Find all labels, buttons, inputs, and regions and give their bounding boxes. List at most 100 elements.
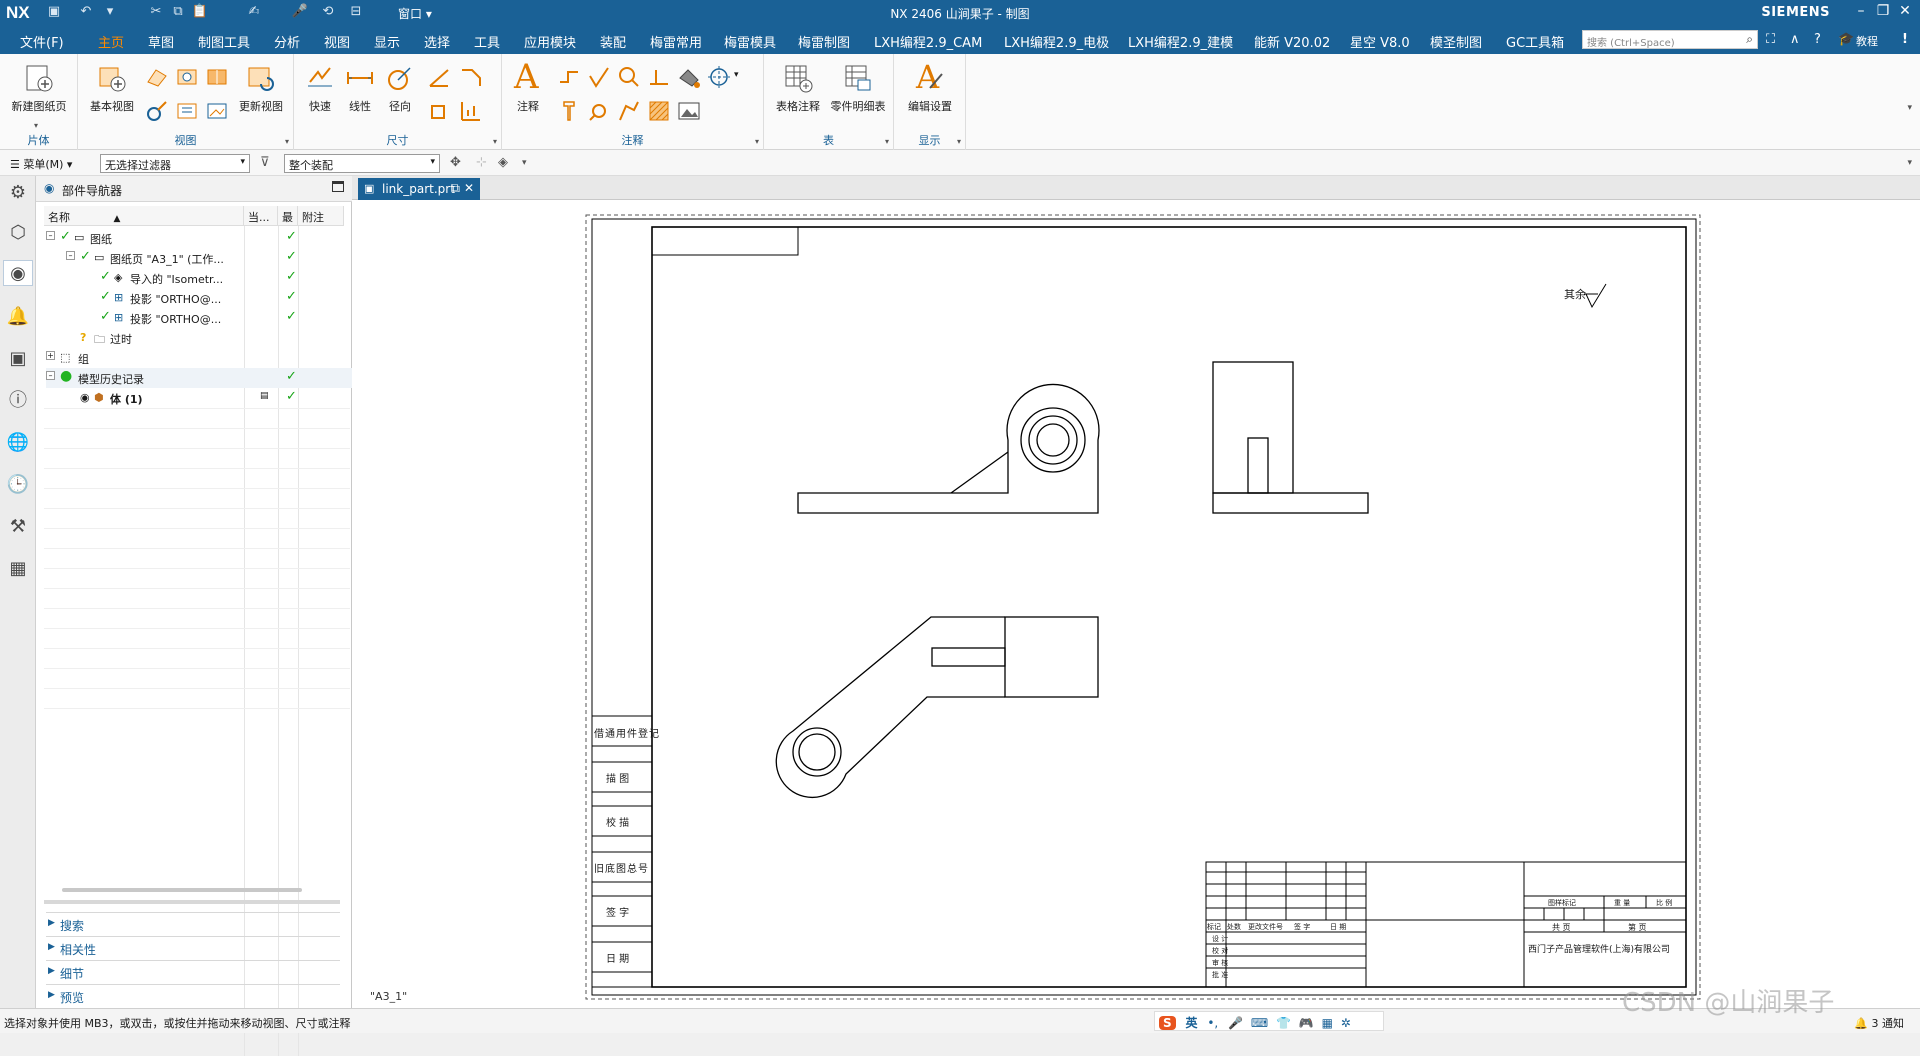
filter-reset-icon[interactable]: ⊽ [260, 155, 270, 170]
new-sheet-dropdown-icon[interactable]: ▾ [34, 121, 73, 130]
base-view-button[interactable]: 基本视图 [86, 62, 138, 114]
drawing-sheet[interactable] [352, 200, 1920, 1008]
note-button[interactable]: A 注释 [508, 58, 548, 114]
type-filter-dropdown[interactable]: 无选择过滤器 ▾ [100, 154, 250, 173]
tab-display[interactable]: 显示 [374, 32, 400, 51]
tree-row-projected-view[interactable]: ✓ ⊞ 投影 "ORTHO@... ✓ [46, 308, 386, 328]
projected-view-icon[interactable] [144, 64, 170, 90]
chamfer-dimension-icon[interactable] [458, 64, 484, 90]
sogou-logo-icon[interactable]: S [1159, 1016, 1176, 1030]
part-navigator-icon[interactable]: ◉ [3, 260, 33, 286]
tab-applications[interactable]: 应用模块 [524, 32, 576, 51]
tree-row-imported-view[interactable]: ✓ ◈ 导入的 "Isometr... ✓ [46, 268, 386, 288]
target-point-icon[interactable] [616, 98, 642, 124]
section-details[interactable]: ▶ 细节 [46, 960, 340, 982]
help-icon[interactable]: ? [1814, 32, 1821, 47]
tab-view[interactable]: 视图 [324, 32, 350, 51]
image-icon[interactable] [676, 98, 702, 124]
column-notes[interactable]: 附注 [298, 206, 344, 226]
file-menu[interactable]: 文件(F) [20, 32, 64, 51]
linear-dimension-button[interactable]: 线性 [342, 62, 378, 114]
tab-drafting-tools[interactable]: 制图工具 [198, 32, 250, 51]
column-name[interactable]: 名称 ▲ [44, 206, 244, 226]
crosshatch-icon[interactable] [646, 98, 672, 124]
centerline-dropdown-icon[interactable]: ▾ [734, 70, 739, 80]
view-group-dropdown-icon[interactable]: ▾ [285, 137, 289, 146]
tabular-note-button[interactable]: 表格注释 [770, 62, 826, 114]
ribbon-collapse-icon[interactable]: ∧ [1790, 32, 1800, 47]
tab-home[interactable]: 主页 [98, 32, 125, 56]
restore-icon[interactable]: ❐ [1872, 3, 1894, 23]
keyboard-icon[interactable]: ⌨ [1251, 1016, 1268, 1030]
tab-sketch[interactable]: 草图 [148, 32, 174, 51]
rapid-dimension-button[interactable]: 快速 [302, 62, 338, 114]
tab-lxh-electrode[interactable]: LXH编程2.9_电极 [1004, 32, 1109, 51]
column-current[interactable]: 当... [244, 206, 278, 226]
tutorial-label[interactable]: 教程 [1856, 33, 1878, 49]
assembly-navigator-icon[interactable]: ⬡ [5, 220, 31, 246]
layout-icon[interactable]: ▦ [5, 556, 31, 582]
section-view-icon[interactable] [174, 64, 200, 90]
section-dependencies[interactable]: ▶ 相关性 [46, 936, 340, 958]
detail-view-icon[interactable] [144, 98, 170, 124]
collapse-icon[interactable]: – [46, 231, 55, 240]
toolbox-icon[interactable]: ▦ [1322, 1016, 1333, 1030]
close-tab-icon[interactable]: ✕ [464, 181, 474, 195]
tree-row-drawing[interactable]: – ✓ ▭ 图纸 ✓ [46, 228, 386, 248]
history-icon[interactable]: 🕒 [5, 472, 31, 498]
select-intent-icon[interactable]: ⊹ [476, 155, 487, 170]
break-view-icon[interactable] [204, 64, 230, 90]
tab-lxh-modeling[interactable]: LXH编程2.9_建模 [1128, 32, 1233, 51]
horizontal-scrollbar[interactable] [62, 888, 302, 892]
id-symbol-icon[interactable] [556, 98, 582, 124]
maximize-icon[interactable] [332, 181, 344, 192]
tab-mosheng-drafting[interactable]: 模圣制图 [1430, 32, 1482, 51]
toolbar-options-icon[interactable]: ▾ [1907, 158, 1912, 168]
new-sheet-button[interactable]: 新建图纸页 [6, 62, 72, 114]
tree-row-model-history[interactable]: – ● 模型历史记录 ✓ [46, 368, 386, 388]
tab-analysis[interactable]: 分析 [274, 32, 300, 51]
tab-xingkong[interactable]: 星空 V8.0 [1350, 32, 1410, 51]
tools-icon[interactable]: ⚒ [5, 514, 31, 540]
drawing-view-icon[interactable] [204, 98, 230, 124]
dimension-group-dropdown-icon[interactable]: ▾ [493, 137, 497, 146]
snap-point-icon[interactable]: ◈ [498, 155, 508, 170]
tab-lxh-cam[interactable]: LXH编程2.9_CAM [874, 32, 982, 51]
datum-target-icon[interactable] [646, 64, 672, 90]
tab-nengxin[interactable]: 能新 V20.02 [1254, 32, 1330, 51]
column-latest[interactable]: 最 [278, 206, 298, 226]
display-group-dropdown-icon[interactable]: ▾ [957, 137, 961, 146]
thickness-dimension-icon[interactable] [426, 98, 452, 124]
parts-list-button[interactable]: 零件明细表 [828, 62, 888, 114]
collapse-icon[interactable]: – [66, 251, 75, 260]
fullscreen-icon[interactable]: ⛶ [1766, 32, 1775, 47]
tab-meilei-mold[interactable]: 梅雷模具 [724, 32, 776, 51]
expand-icon[interactable]: + [46, 351, 55, 360]
tab-tools[interactable]: 工具 [474, 32, 500, 51]
surface-finish-icon[interactable] [586, 64, 612, 90]
close-icon[interactable]: ✕ [1894, 3, 1916, 23]
annotation-group-dropdown-icon[interactable]: ▾ [755, 137, 759, 146]
alert-icon[interactable]: ! [1902, 32, 1908, 47]
weld-symbol-icon[interactable] [586, 98, 612, 124]
command-search-input[interactable]: 搜索 (Ctrl+Space) ⌕ [1582, 30, 1758, 49]
settings-icon[interactable]: ✲ [1341, 1016, 1351, 1030]
visibility-eye-icon[interactable]: ◉ [80, 391, 90, 404]
feature-control-frame-icon[interactable] [556, 64, 582, 90]
document-tab[interactable]: ▣ link_part.prt ⧉ ✕ [358, 178, 480, 200]
tree-row-group[interactable]: + ⬚ 组 [46, 348, 386, 368]
datum-feature-icon[interactable] [616, 64, 642, 90]
tab-meilei-drafting[interactable]: 梅雷制图 [798, 32, 850, 51]
punctuation-icon[interactable]: •, [1207, 1016, 1218, 1030]
search-icon[interactable]: ⌕ [1746, 32, 1753, 47]
tab-meilei-common[interactable]: 梅雷常用 [650, 32, 702, 51]
table-group-dropdown-icon[interactable]: ▾ [885, 137, 889, 146]
tree-row-body[interactable]: ◉ ⬢ 体 (1) ▤ ✓ [46, 388, 386, 408]
view-creation-icon[interactable] [174, 98, 200, 124]
tree-row-projected-view[interactable]: ✓ ⊞ 投影 "ORTHO@... ✓ [46, 288, 386, 308]
selection-scope-dropdown[interactable]: 整个装配 ▾ [284, 154, 440, 173]
centerline-icon[interactable] [706, 64, 732, 90]
roles-gear-icon[interactable]: ⚙ [5, 180, 31, 206]
section-search[interactable]: ▶ 搜索 [46, 912, 340, 934]
angular-dimension-icon[interactable] [426, 64, 452, 90]
